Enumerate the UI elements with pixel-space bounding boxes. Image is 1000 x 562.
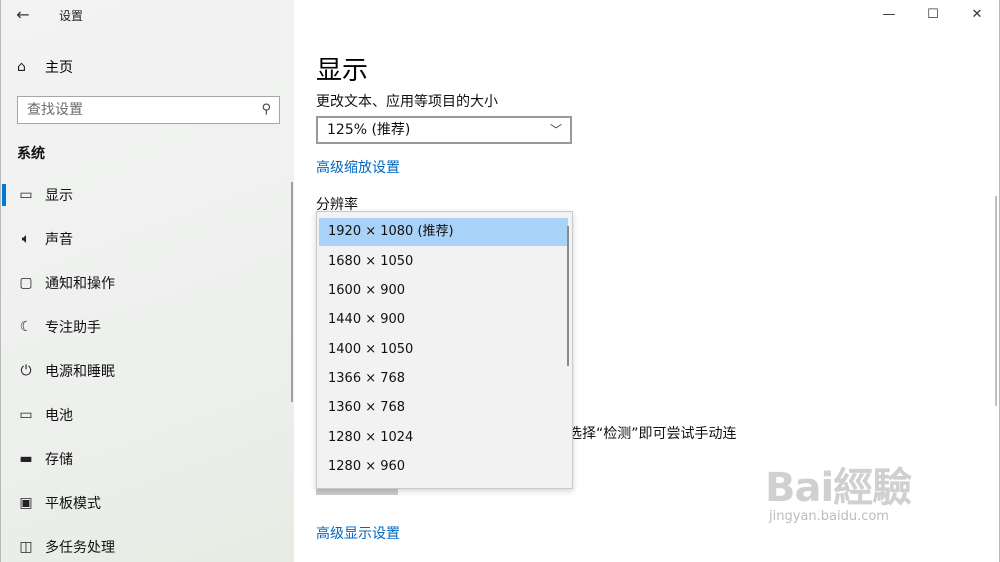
resolution-option[interactable]: 1920 × 1080 (推荐) [319,218,568,246]
sidebar-item-label: 多任务处理 [45,540,115,556]
sidebar-item-sound[interactable]: 🔈︎ 声音 [1,217,295,261]
caption-buttons: — ☐ ✕ [867,0,999,30]
power-icon: ⏻ [20,363,32,379]
page-title: 显示 [316,56,369,86]
monitor-icon: ▭ [19,187,33,203]
sidebar-item-storage[interactable]: ▬ 存储 [1,437,295,481]
notification-icon: ▢ [19,275,33,291]
window-title: 设置 [59,9,84,23]
sidebar-item-power[interactable]: ⏻ 电源和睡眠 [1,349,295,393]
home-label: 主页 [45,60,73,76]
sidebar: ← 设置 ⌂ 主页 ⚲ 系统 ▭ 显示 🔈︎ 声音 ▢ 通知和操作 ☾ 专注助手… [0,0,294,562]
sidebar-item-label: 存储 [45,452,73,468]
sidebar-item-label: 平板模式 [45,496,101,512]
battery-icon: ▭ [19,407,33,423]
multitask-icon: ◫ [19,539,33,555]
sidebar-item-label: 通知和操作 [45,276,115,292]
advanced-display-link[interactable]: 高级显示设置 [316,523,400,543]
resolution-option[interactable]: 1680 × 1050 [319,248,568,276]
resolution-dropdown[interactable]: 1920 × 1080 (推荐) 1680 × 1050 1600 × 900 … [316,211,573,489]
minimize-icon[interactable]: — [867,0,911,30]
section-title: 系统 [17,146,45,162]
chevron-down-icon: ﹀ [549,123,562,137]
sidebar-item-battery[interactable]: ▭ 电池 [1,393,295,437]
watermark-url: jingyan.baidu.com [769,509,889,524]
storage-icon: ▬ [19,451,33,467]
resolution-option[interactable]: 1280 × 960 [319,453,568,481]
resolution-option[interactable]: 1600 × 900 [319,277,568,305]
sidebar-scrollbar[interactable] [291,182,293,402]
sidebar-item-label: 显示 [45,188,73,204]
tablet-icon: ▣ [19,495,33,511]
resolution-option[interactable]: 1400 × 1050 [319,336,568,364]
sidebar-nav: ▭ 显示 🔈︎ 声音 ▢ 通知和操作 ☾ 专注助手 ⏻ 电源和睡眠 ▭ 电池 ▬… [1,173,295,562]
resolution-option[interactable]: 1366 × 768 [319,365,568,393]
sidebar-item-multitasking[interactable]: ◫ 多任务处理 [1,525,295,562]
sidebar-item-label: 电池 [45,408,73,424]
title-bar: ← 设置 [1,0,295,30]
scale-value: 125% (推荐) [327,122,411,138]
close-icon[interactable]: ✕ [955,0,999,30]
sidebar-item-display[interactable]: ▭ 显示 [1,173,295,217]
home-icon: ⌂ [17,59,26,75]
baidu-watermark: Bai經驗 jingyan.baidu.com [765,455,965,545]
dropdown-scrollbar[interactable] [567,226,569,366]
resolution-option[interactable]: 1440 × 900 [319,306,568,334]
sidebar-item-focus-assist[interactable]: ☾ 专注助手 [1,305,295,349]
watermark-logo: Bai經驗 [765,465,912,511]
sidebar-item-notifications[interactable]: ▢ 通知和操作 [1,261,295,305]
main-scrollbar[interactable] [995,196,997,406]
speaker-icon: 🔈︎ [21,231,31,247]
scale-label: 更改文本、应用等项目的大小 [316,94,498,110]
sidebar-item-label: 专注助手 [45,320,101,336]
back-arrow-icon[interactable]: ← [13,6,33,26]
maximize-icon[interactable]: ☐ [911,0,955,30]
resolution-option[interactable]: 1280 × 1024 [319,424,568,452]
scale-select[interactable]: 125% (推荐) ﹀ [316,116,572,144]
sidebar-item-tablet[interactable]: ▣ 平板模式 [1,481,295,525]
sidebar-item-label: 电源和睡眠 [45,364,115,380]
search-box[interactable]: ⚲ [17,96,280,124]
search-icon[interactable]: ⚲ [261,102,271,117]
sidebar-item-label: 声音 [45,232,73,248]
resolution-option[interactable]: 1360 × 768 [319,394,568,422]
detect-hint-text: 选择“检测”即可尝试手动连 [568,426,737,442]
moon-icon: ☾ [19,319,33,335]
sidebar-item-home[interactable]: ⌂ 主页 [17,56,73,78]
advanced-scaling-link[interactable]: 高级缩放设置 [316,157,400,177]
search-input[interactable] [18,102,248,118]
